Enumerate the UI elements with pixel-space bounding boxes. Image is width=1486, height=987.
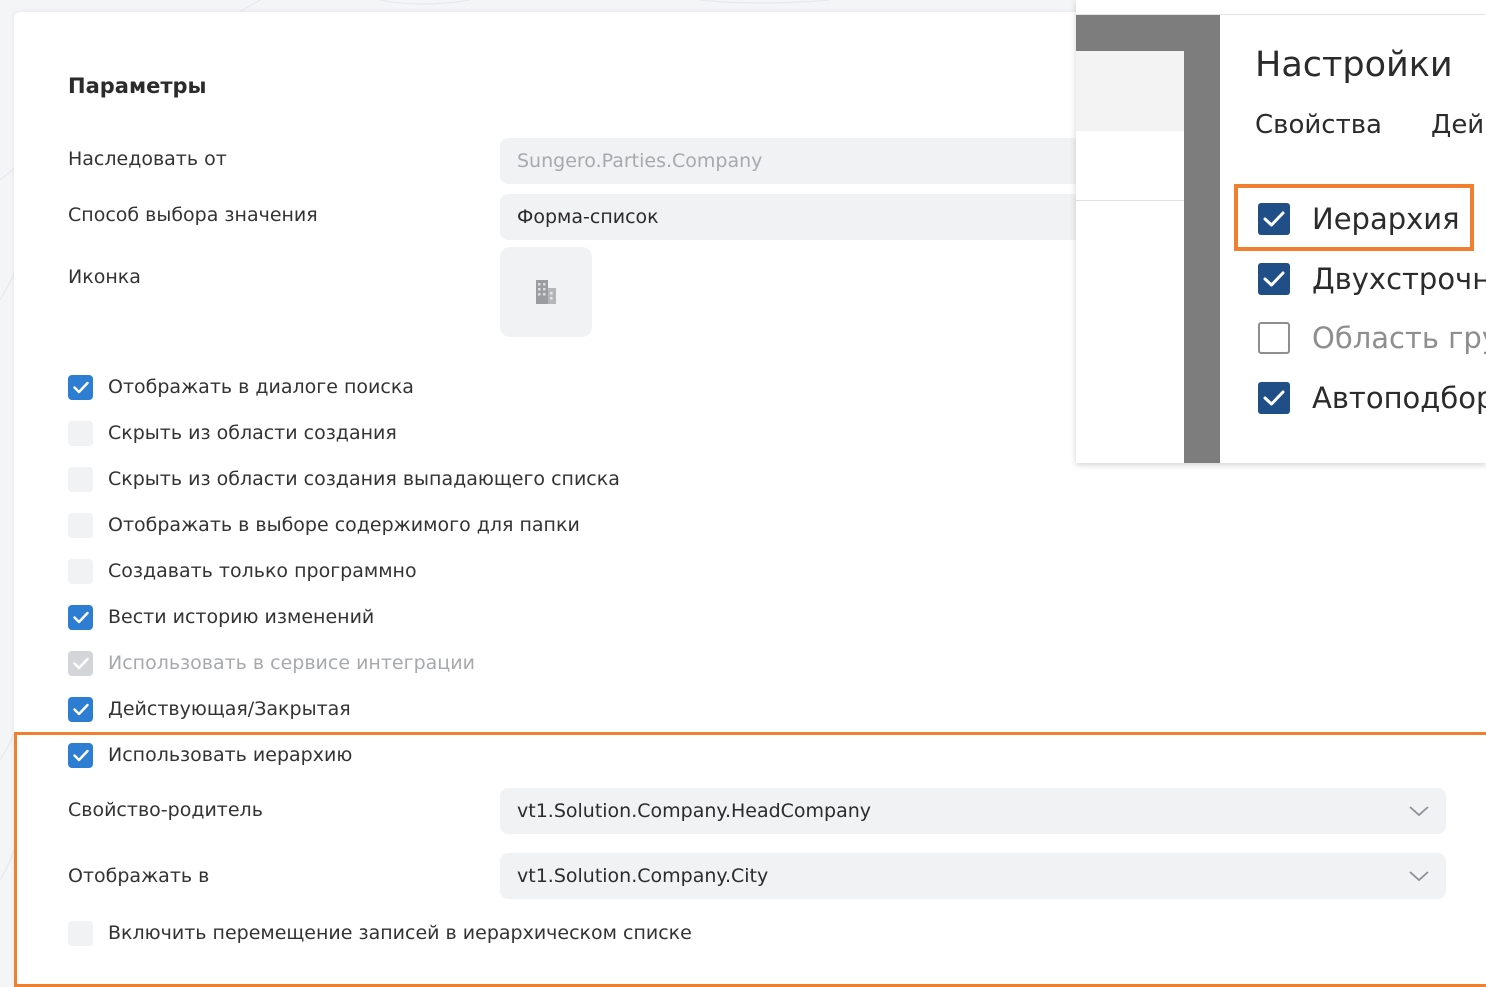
chevron-down-icon[interactable] (1408, 802, 1430, 820)
checkbox-unchecked-icon (68, 512, 93, 538)
checkbox-label: Автоподбор (1312, 381, 1486, 415)
checkbox-hide-from-dropdown[interactable]: Скрыть из области создания выпадающего с… (68, 465, 620, 493)
chevron-down-icon[interactable] (1408, 867, 1430, 885)
checkbox-label: Использовать в сервисе интеграции (108, 652, 475, 674)
overlay-checkbox-two-line[interactable]: Двухстрочны (1258, 262, 1486, 296)
checkbox-checked-icon (1258, 263, 1290, 295)
overlay-left-divider (1076, 200, 1184, 201)
overlay-hierarchy-highlight (1234, 184, 1474, 251)
checkbox-label: Отображать в диалоге поиска (108, 376, 414, 398)
checkbox-label: Область гру (1312, 321, 1486, 355)
checkbox-disabled-icon (68, 650, 93, 676)
inherit-label: Наследовать от (68, 148, 227, 170)
selection-method-label: Способ выбора значения (68, 204, 318, 226)
display-in-select[interactable]: vt1.Solution.Company.City (500, 853, 1446, 899)
icon-picker[interactable] (500, 247, 592, 337)
checkbox-active-closed[interactable]: Действующая/Закрытая (68, 695, 351, 723)
tab-actions[interactable]: Дей (1431, 110, 1484, 140)
checkbox-label: Использовать иерархию (108, 744, 353, 766)
checkbox-checked-icon (68, 742, 93, 768)
checkbox-label: Включить перемещение записей в иерархиче… (108, 922, 692, 944)
checkbox-show-in-folder[interactable]: Отображать в выборе содержимого для папк… (68, 511, 580, 539)
building-icon (536, 280, 556, 304)
checkbox-label: Скрыть из области создания выпадающего с… (108, 468, 620, 490)
checkbox-create-programmatically[interactable]: Создавать только программно (68, 557, 417, 585)
parent-property-value: vt1.Solution.Company.HeadCompany (517, 800, 872, 822)
checkbox-unchecked-icon (68, 420, 93, 446)
checkbox-unchecked-icon (1258, 322, 1290, 354)
tab-properties[interactable]: Свойства (1255, 110, 1382, 140)
overlay-top-bar (1076, 0, 1486, 15)
overlay-title: Настройки (1255, 45, 1453, 85)
checkbox-enable-moving-records[interactable]: Включить перемещение записей в иерархиче… (68, 919, 692, 947)
checkbox-checked-icon (68, 696, 93, 722)
checkbox-label: Действующая/Закрытая (108, 698, 351, 720)
checkbox-label: Двухстрочны (1312, 262, 1486, 296)
overlay-left-row (1076, 51, 1184, 131)
overlay-checkbox-group-area[interactable]: Область гру (1258, 321, 1486, 355)
checkbox-checked-icon (68, 604, 93, 630)
overlay-checkbox-autofit[interactable]: Автоподбор (1258, 381, 1486, 415)
checkbox-label: Скрыть из области создания (108, 422, 397, 444)
display-in-value: vt1.Solution.Company.City (517, 865, 769, 887)
checkbox-show-in-search[interactable]: Отображать в диалоге поиска (68, 373, 414, 401)
checkbox-label: Создавать только программно (108, 560, 417, 582)
overlay-splitter (1184, 15, 1220, 463)
checkbox-checked-icon (1258, 382, 1290, 414)
checkbox-label: Вести историю изменений (108, 606, 375, 628)
checkbox-unchecked-icon (68, 466, 93, 492)
checkbox-hide-from-create[interactable]: Скрыть из области создания (68, 419, 397, 447)
parent-property-select[interactable]: vt1.Solution.Company.HeadCompany (500, 788, 1446, 834)
checkbox-use-hierarchy[interactable]: Использовать иерархию (68, 741, 352, 769)
parent-property-label: Свойство-родитель (68, 799, 263, 821)
section-title: Параметры (68, 74, 207, 98)
icon-label: Иконка (68, 266, 141, 288)
checkbox-unchecked-icon (68, 558, 93, 584)
checkbox-integration-service: Использовать в сервисе интеграции (68, 649, 475, 677)
display-in-label: Отображать в (68, 865, 210, 887)
checkbox-unchecked-icon (68, 920, 93, 946)
checkbox-checked-icon (68, 374, 93, 400)
checkbox-keep-history[interactable]: Вести историю изменений (68, 603, 374, 631)
checkbox-label: Отображать в выборе содержимого для папк… (108, 514, 580, 536)
